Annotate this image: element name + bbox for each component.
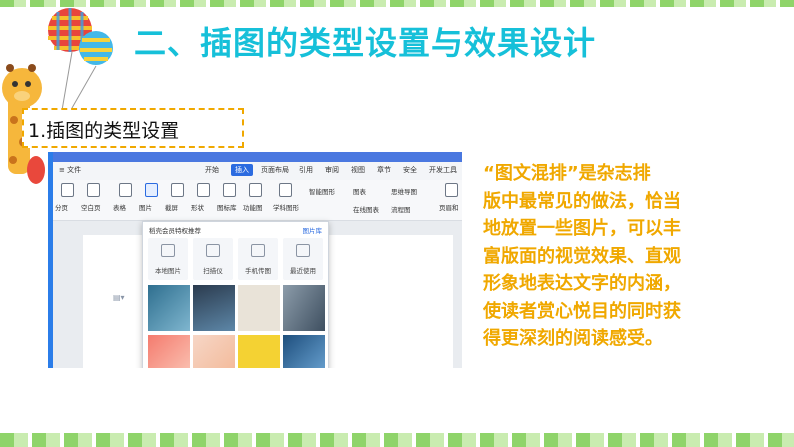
icon-library-icon xyxy=(223,183,236,197)
shape-button[interactable]: 形状 xyxy=(191,180,217,216)
menu-item-start[interactable]: 开始 xyxy=(205,165,219,175)
smart-graphic-button[interactable]: 智能图形 xyxy=(309,186,335,196)
phone-icon xyxy=(251,244,265,257)
picture-button[interactable]: 图片 xyxy=(139,180,165,216)
body-line: 形象地表达文字的内涵， xyxy=(483,273,681,294)
recent-option[interactable]: 最近使用 xyxy=(283,238,323,280)
ribbon-toolbar: 分页 空白页 表格 图片 截屏 形状 图标库 功能图 学科图形 智能图形 图表 … xyxy=(53,180,462,221)
picture-library-link[interactable]: 图片库 xyxy=(303,225,323,235)
phone-transfer-option[interactable]: 手机传图 xyxy=(238,238,278,280)
titlebar xyxy=(53,152,462,162)
blank-page-button[interactable]: 空白页 xyxy=(81,180,107,216)
recent-icon xyxy=(296,244,310,257)
page-break-button[interactable]: 分页 xyxy=(55,180,81,216)
icon-library-button[interactable]: 图标库 xyxy=(217,180,243,216)
body-line: 富版面的视觉效果、直观 xyxy=(483,245,681,267)
shape-icon xyxy=(197,183,210,197)
local-picture-icon xyxy=(161,244,175,257)
file-menu[interactable]: ≡ 文件 xyxy=(59,165,81,175)
function-chart-icon xyxy=(249,183,262,197)
image-thumbnail[interactable] xyxy=(283,335,325,368)
header-footer-icon xyxy=(445,183,458,197)
flowchart-button[interactable]: 流程图 xyxy=(391,204,411,214)
function-chart-button[interactable]: 功能图 xyxy=(243,180,269,216)
image-thumbnail[interactable] xyxy=(238,335,280,368)
dropdown-header: 稻壳会员特权推荐 xyxy=(149,227,201,235)
menu-bar: ≡ 文件 开始 插入 页面布局 引用 审阅 视图 章节 安全 开发工具 xyxy=(53,162,462,181)
subject-graphic-button[interactable]: 学科图形 xyxy=(273,180,299,216)
body-line: “图文混排”是杂志排 xyxy=(483,163,651,184)
header-footer-button[interactable]: 页眉和 xyxy=(439,180,462,216)
image-thumbnail[interactable] xyxy=(238,285,280,331)
image-thumbnail[interactable] xyxy=(193,335,235,368)
menu-item-developer[interactable]: 开发工具 xyxy=(429,165,457,175)
image-thumbnail[interactable] xyxy=(148,335,190,368)
section-subtitle: 1.插图的类型设置 xyxy=(28,120,180,142)
menu-item-insert[interactable]: 插入 xyxy=(231,164,253,176)
app-screenshot: ≡ 文件 开始 插入 页面布局 引用 审阅 视图 章节 安全 开发工具 分页 空… xyxy=(48,152,462,368)
subject-graphic-icon xyxy=(279,183,292,197)
paragraph-icon: ▤▾ xyxy=(113,293,125,302)
body-paragraph: “图文混排”是杂志排 版中最常见的做法，恰当 地放置一些图片，可以丰 富版面的视… xyxy=(483,160,783,353)
body-line: 地放置一些图片，可以丰 xyxy=(483,218,681,239)
menu-item-reference[interactable]: 引用 xyxy=(299,165,313,175)
local-picture-option[interactable]: 本地图片 xyxy=(148,238,188,280)
online-chart-button[interactable]: 在线图表 xyxy=(353,204,379,214)
mind-map-button[interactable]: 思维导图 xyxy=(391,186,417,196)
body-line: 使读者赏心悦目的同时获 xyxy=(483,300,681,322)
menu-item-security[interactable]: 安全 xyxy=(403,165,417,175)
scanner-icon xyxy=(206,244,220,257)
table-icon xyxy=(119,183,132,197)
table-button[interactable]: 表格 xyxy=(113,180,139,216)
bottom-stripe-decoration xyxy=(0,433,794,447)
blank-page-icon xyxy=(87,183,100,197)
chart-button[interactable]: 图表 xyxy=(353,186,366,196)
image-thumbnail[interactable] xyxy=(148,285,190,331)
image-thumbnail[interactable] xyxy=(283,285,325,331)
menu-item-view[interactable]: 视图 xyxy=(351,165,365,175)
body-line: 得更深刻的阅读感受。 xyxy=(483,328,663,349)
body-line: 版中最常见的做法，恰当 xyxy=(483,190,681,212)
slide-title: 二、插图的类型设置与效果设计 xyxy=(134,24,597,62)
scanner-option[interactable]: 扫描仪 xyxy=(193,238,233,280)
menu-item-layout[interactable]: 页面布局 xyxy=(261,165,289,175)
image-thumbnail[interactable] xyxy=(193,285,235,331)
slide: 二、插图的类型设置与效果设计 1.插图的类型设置 ≡ 文件 开始 插入 页面布局… xyxy=(0,0,794,447)
picture-dropdown: 稻壳会员特权推荐 图片库 本地图片 扫描仪 手机传图 最近使用 xyxy=(142,221,329,368)
scissors-icon xyxy=(171,183,184,197)
picture-icon xyxy=(145,183,158,197)
page-break-icon xyxy=(61,183,74,197)
menu-item-chapter[interactable]: 章节 xyxy=(377,165,391,175)
menu-item-review[interactable]: 审阅 xyxy=(325,165,339,175)
screenshot-button[interactable]: 截屏 xyxy=(165,180,191,216)
